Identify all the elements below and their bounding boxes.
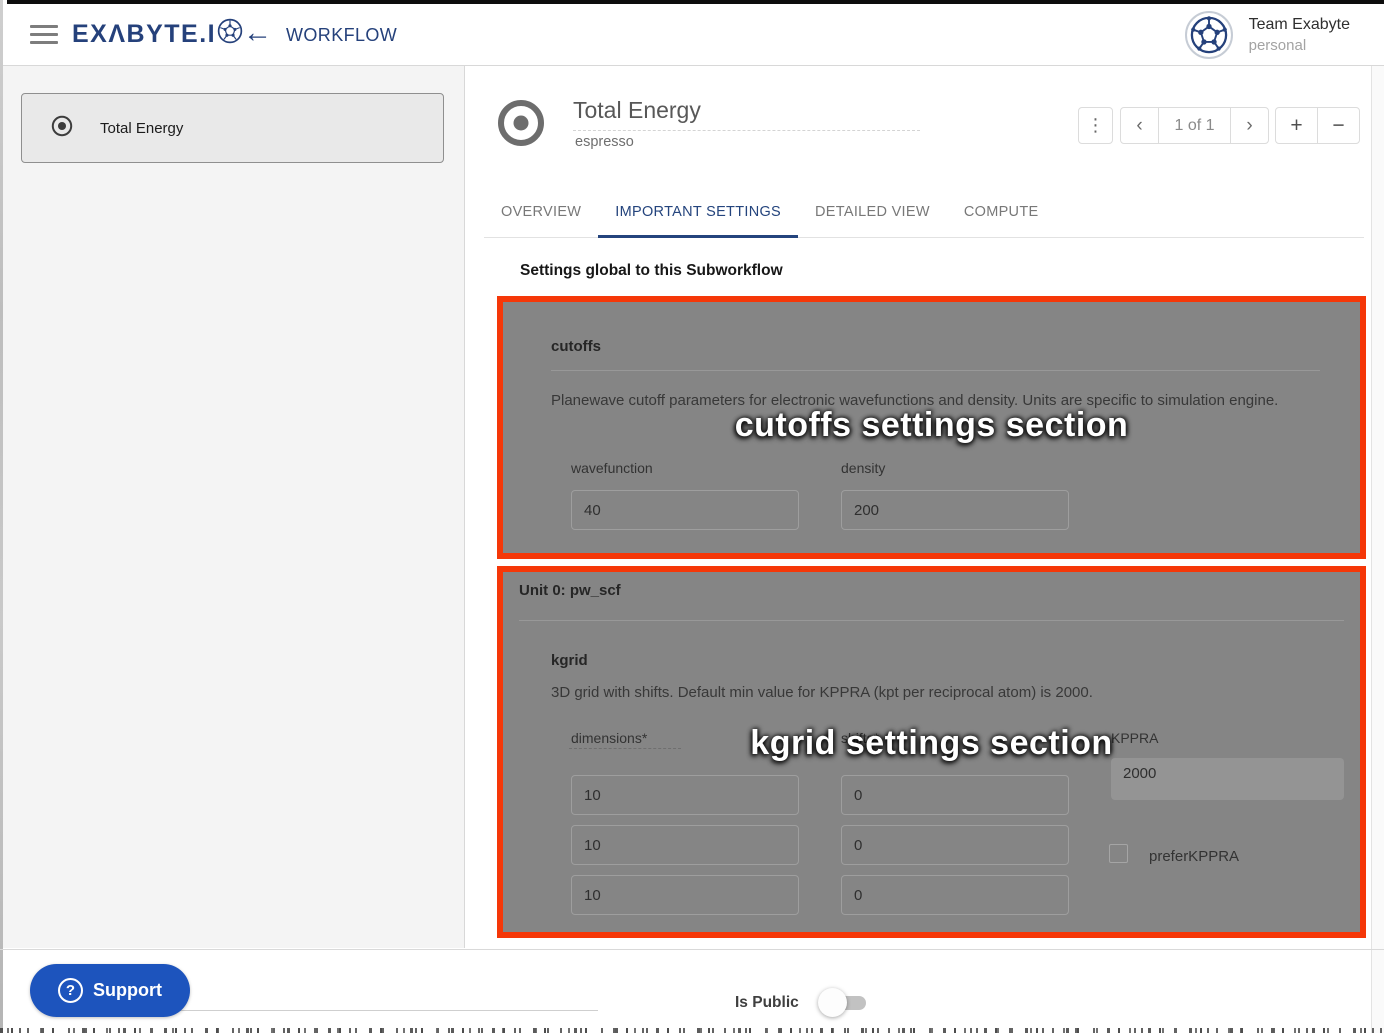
- subworkflow-tabs: OVERVIEW IMPORTANT SETTINGS DETAILED VIE…: [484, 186, 1364, 238]
- exabyte-logo[interactable]: EXΛBYTE.I: [72, 18, 243, 51]
- density-label: density: [841, 460, 885, 476]
- kebab-icon: ⋮: [1087, 115, 1105, 136]
- editable-title-underline: [573, 130, 920, 131]
- divider: [551, 370, 1320, 371]
- sidebar-item-total-energy[interactable]: Total Energy: [21, 93, 444, 163]
- minus-icon: −: [1332, 114, 1344, 138]
- team-name: Team Exabyte: [1249, 16, 1350, 34]
- clipped-content-strip: [0, 1028, 1384, 1033]
- dimension-x-input[interactable]: [571, 775, 799, 815]
- prefer-kppra-checkbox[interactable]: [1109, 844, 1128, 863]
- chevron-right-icon: ›: [1246, 115, 1252, 137]
- brand-text: EXΛBYTE.I: [72, 20, 216, 49]
- molecule-ball-icon: [216, 18, 243, 51]
- menu-icon[interactable]: [30, 25, 58, 47]
- previous-unit-button[interactable]: ‹: [1121, 108, 1158, 143]
- subworkflow-title[interactable]: Total Energy: [573, 97, 701, 124]
- team-avatar: [1185, 11, 1233, 59]
- tab-important-settings[interactable]: IMPORTANT SETTINGS: [598, 186, 798, 237]
- subworkflow-application: espresso: [575, 134, 634, 150]
- help-icon: ?: [58, 978, 83, 1003]
- footer-divider: [0, 949, 1384, 950]
- support-label: Support: [93, 980, 162, 1001]
- support-button[interactable]: ? Support: [30, 964, 190, 1017]
- plus-icon: +: [1290, 114, 1302, 138]
- global-settings-heading: Settings global to this Subworkflow: [520, 262, 783, 280]
- page-title: WORKFLOW: [286, 25, 397, 46]
- radio-selected-icon: [51, 115, 73, 142]
- account-type: personal: [1249, 37, 1350, 54]
- shift-x-input[interactable]: [841, 775, 1069, 815]
- prefer-kppra-label: preferKPPRA: [1149, 848, 1239, 865]
- tab-overview[interactable]: OVERVIEW: [484, 186, 598, 237]
- subworkflow-icon: [497, 99, 545, 152]
- shift-y-input[interactable]: [841, 825, 1069, 865]
- divider: [519, 620, 1344, 621]
- kgrid-annotation-label: kgrid settings section: [750, 724, 1112, 763]
- back-arrow-icon[interactable]: ←: [243, 17, 272, 50]
- cutoffs-title: cutoffs: [551, 338, 601, 355]
- sidebar-item-label: Total Energy: [100, 120, 183, 137]
- cutoffs-annotation-label: cutoffs settings section: [735, 406, 1129, 445]
- cutoffs-section: cutoffs Planewave cutoff parameters for …: [497, 296, 1366, 559]
- is-public-label: Is Public: [735, 994, 799, 1012]
- tab-compute[interactable]: COMPUTE: [947, 186, 1056, 237]
- is-public-toggle[interactable]: [818, 992, 874, 1014]
- app-header: EXΛBYTE.I ← WORKFLOW: [3, 4, 1384, 66]
- kgrid-section: Unit 0: pw_scf kgrid 3D grid with shifts…: [497, 566, 1366, 938]
- pager-position: 1 of 1: [1158, 108, 1231, 143]
- scrollbar-gutter[interactable]: [1371, 66, 1384, 1033]
- more-options-button[interactable]: ⋮: [1078, 107, 1113, 144]
- molecule-ball-icon: [1190, 16, 1228, 54]
- wavefunction-input[interactable]: [571, 490, 799, 530]
- kppra-input[interactable]: [1111, 758, 1344, 800]
- app-root: EXΛBYTE.I ← WORKFLOW: [0, 0, 1384, 1033]
- kppra-label: KPPRA: [1111, 730, 1158, 746]
- subworkflow-sidebar: Total Energy: [3, 66, 465, 948]
- account-menu[interactable]: Team Exabyte personal: [1185, 11, 1350, 59]
- dimensions-label: dimensions*: [571, 730, 647, 746]
- shift-z-input[interactable]: [841, 875, 1069, 915]
- editable-name-underline: [143, 1010, 598, 1011]
- next-unit-button[interactable]: ›: [1231, 108, 1268, 143]
- chevron-left-icon: ‹: [1136, 115, 1142, 137]
- dimension-z-input[interactable]: [571, 875, 799, 915]
- density-input[interactable]: [841, 490, 1069, 530]
- remove-unit-button[interactable]: −: [1317, 108, 1359, 143]
- add-unit-button[interactable]: +: [1276, 108, 1317, 143]
- unit-title: Unit 0: pw_scf: [519, 582, 621, 599]
- dimension-y-input[interactable]: [571, 825, 799, 865]
- add-remove-group: + −: [1275, 107, 1360, 144]
- toggle-thumb: [818, 988, 847, 1017]
- kgrid-title: kgrid: [551, 652, 588, 669]
- tab-detailed-view[interactable]: DETAILED VIEW: [798, 186, 947, 237]
- kgrid-description: 3D grid with shifts. Default min value f…: [551, 680, 1331, 706]
- dimensions-label-underline: [569, 748, 681, 749]
- unit-pager: ‹ 1 of 1 ›: [1120, 107, 1269, 144]
- wavefunction-label: wavefunction: [571, 460, 653, 476]
